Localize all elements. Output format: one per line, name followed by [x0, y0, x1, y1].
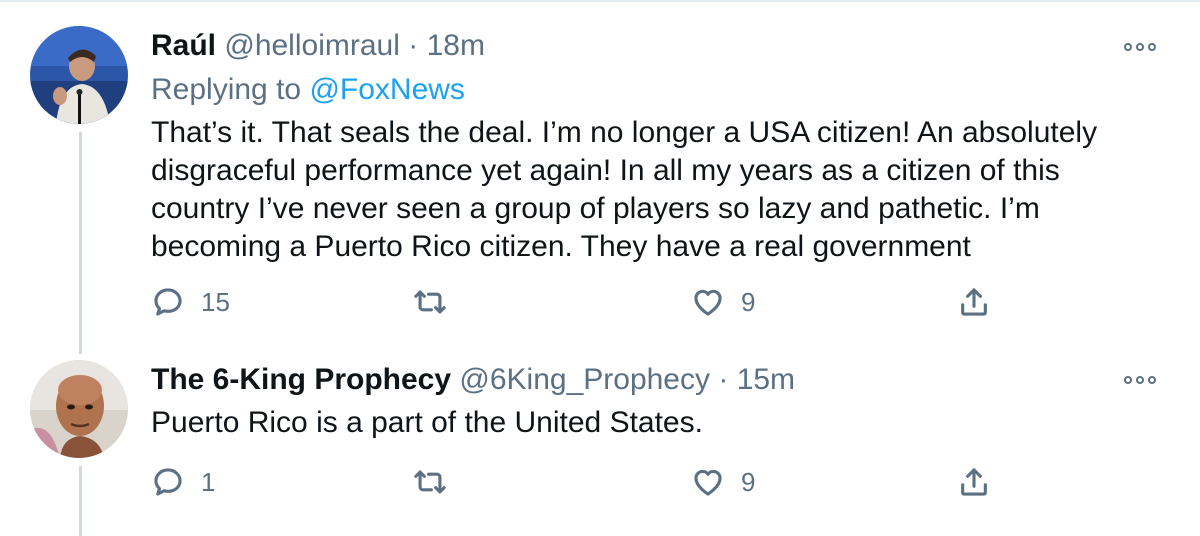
avatar-photo-icon [30, 26, 128, 124]
like-count: 9 [741, 466, 756, 497]
more-icon[interactable] [1124, 41, 1160, 53]
mention-link[interactable]: @FoxNews [309, 73, 464, 106]
heart-icon [694, 469, 722, 496]
reply-button[interactable]: 15 [151, 280, 230, 324]
tweet-actions: 15 9 [151, 280, 1011, 324]
reply-count: 15 [201, 286, 230, 317]
tweet-header: The 6-King Prophecy @6King_Prophecy · 15… [151, 362, 795, 398]
retweet-button[interactable] [413, 460, 447, 504]
separator: · [718, 363, 729, 396]
tweet-header: Raúl @helloimraul · 18m [151, 28, 485, 64]
avatar[interactable] [30, 360, 128, 458]
replying-to: Replying to @FoxNews [151, 72, 465, 108]
reply-count: 1 [201, 466, 216, 497]
share-button[interactable] [957, 460, 991, 504]
reply-button[interactable]: 1 [151, 460, 215, 504]
retweet-icon [414, 470, 446, 494]
heart-icon [694, 289, 722, 316]
retweet-icon [414, 290, 446, 314]
tweet-text: Puerto Rico is a part of the United Stat… [151, 406, 703, 439]
tweet-text: That’s it. That seals the deal. I’m no l… [151, 116, 1098, 263]
thread-line [79, 466, 82, 536]
share-button[interactable] [957, 280, 991, 324]
tweet-1[interactable]: Raúl @helloimraul · 18m Replying to @Fox… [0, 0, 1200, 354]
user-handle[interactable]: @6King_Prophecy [459, 363, 710, 396]
reply-icon [154, 468, 182, 496]
display-name[interactable]: Raúl [151, 29, 216, 62]
retweet-button[interactable] [413, 280, 447, 324]
share-icon [961, 468, 987, 496]
more-icon[interactable] [1124, 374, 1160, 386]
user-handle[interactable]: @helloimraul [224, 29, 400, 62]
tweet-actions: 1 9 [151, 460, 1011, 504]
thread-line [79, 132, 82, 354]
like-button[interactable]: 9 [691, 280, 755, 324]
like-count: 9 [741, 286, 756, 317]
tweet-2[interactable]: The 6-King Prophecy @6King_Prophecy · 15… [0, 352, 1200, 536]
avatar[interactable] [30, 26, 128, 124]
separator: · [408, 29, 419, 62]
like-button[interactable]: 9 [691, 460, 755, 504]
display-name[interactable]: The 6-King Prophecy [151, 363, 451, 396]
timestamp[interactable]: 18m [427, 29, 485, 62]
share-icon [961, 288, 987, 316]
avatar-cartoon-icon [30, 360, 128, 458]
reply-icon [154, 288, 182, 316]
timestamp[interactable]: 15m [737, 363, 795, 396]
replying-to-label: Replying to [151, 73, 302, 106]
